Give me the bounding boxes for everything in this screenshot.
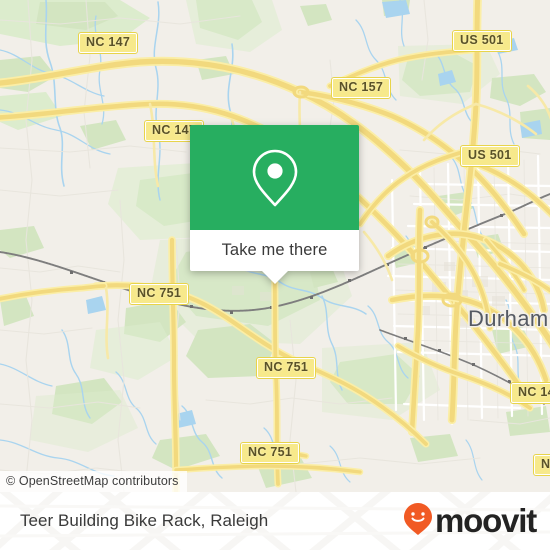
location-popup[interactable]: Take me there bbox=[190, 125, 359, 284]
moovit-logo: moovit bbox=[403, 501, 537, 541]
popup-header bbox=[190, 125, 359, 230]
road-shield: NC 751 bbox=[239, 441, 301, 465]
road-shield: NC 147 bbox=[77, 31, 139, 55]
road-shield: NC 751 bbox=[128, 282, 190, 306]
moovit-smiley-pin-icon bbox=[403, 502, 433, 541]
moovit-wordmark: moovit bbox=[435, 501, 537, 539]
road-shield: NC 147 bbox=[509, 381, 550, 405]
popup-footer[interactable]: Take me there bbox=[190, 230, 359, 284]
place-title: Teer Building Bike Rack, Raleigh bbox=[20, 511, 269, 530]
popup-tail bbox=[260, 270, 289, 284]
map-view[interactable]: .pk{fill:#d3e5c1;} .pk2{fill:#dceccd;} .… bbox=[0, 0, 550, 492]
moovit-map-screen: .pk{fill:#d3e5c1;} .pk2{fill:#dceccd;} .… bbox=[0, 0, 550, 550]
road-shield: US 501 bbox=[460, 144, 520, 168]
footer-bar: Teer Building Bike Rack, Raleigh moovit bbox=[0, 492, 550, 550]
road-shield: US 501 bbox=[452, 29, 512, 53]
take-me-there-label: Take me there bbox=[221, 241, 328, 259]
road-shield: NC 751 bbox=[255, 356, 317, 380]
road-shield: NC bbox=[533, 453, 550, 477]
map-pin-icon bbox=[250, 147, 300, 209]
map-attribution: © OpenStreetMap contributors bbox=[0, 471, 187, 492]
road-shield: NC 157 bbox=[330, 76, 392, 100]
city-label-durham: Durham bbox=[468, 306, 549, 331]
